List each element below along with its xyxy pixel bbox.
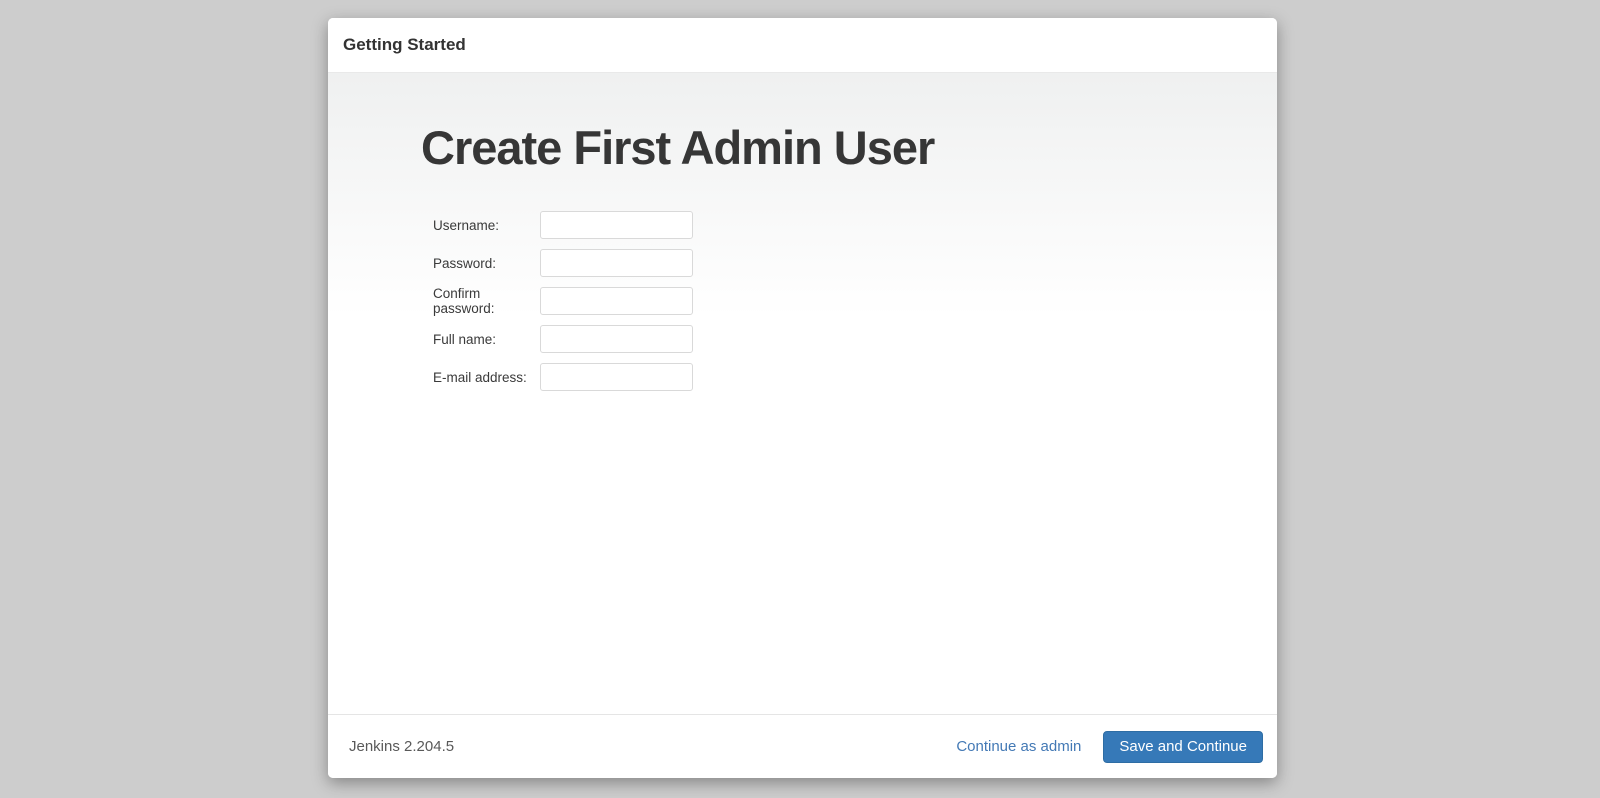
confirm-password-input[interactable] bbox=[540, 287, 693, 315]
desktop-background: Getting Started Create First Admin User … bbox=[0, 0, 1600, 798]
confirm-password-label: Confirm password: bbox=[433, 286, 540, 316]
dialog-footer: Jenkins 2.204.5 Continue as admin Save a… bbox=[328, 714, 1277, 778]
continue-as-admin-link[interactable]: Continue as admin bbox=[956, 738, 1081, 755]
form-row-full-name: Full name: bbox=[433, 325, 1237, 353]
form-row-confirm-password: Confirm password: bbox=[433, 287, 1237, 315]
full-name-label: Full name: bbox=[433, 332, 540, 347]
form-row-password: Password: bbox=[433, 249, 1237, 277]
dialog-title: Getting Started bbox=[343, 35, 466, 55]
getting-started-dialog: Getting Started Create First Admin User … bbox=[328, 18, 1277, 778]
dialog-header: Getting Started bbox=[328, 18, 1277, 73]
jenkins-version-label: Jenkins 2.204.5 bbox=[349, 738, 454, 755]
dialog-body: Create First Admin User Username: Passwo… bbox=[328, 73, 1277, 714]
password-label: Password: bbox=[433, 256, 540, 271]
email-label: E-mail address: bbox=[433, 370, 540, 385]
form-row-email: E-mail address: bbox=[433, 363, 1237, 391]
username-label: Username: bbox=[433, 218, 540, 233]
full-name-input[interactable] bbox=[540, 325, 693, 353]
page-title: Create First Admin User bbox=[421, 121, 1237, 175]
admin-user-form: Username: Password: Confirm password: Fu… bbox=[433, 211, 1237, 391]
form-row-username: Username: bbox=[433, 211, 1237, 239]
password-input[interactable] bbox=[540, 249, 693, 277]
save-and-continue-button[interactable]: Save and Continue bbox=[1103, 731, 1263, 763]
username-input[interactable] bbox=[540, 211, 693, 239]
email-input[interactable] bbox=[540, 363, 693, 391]
